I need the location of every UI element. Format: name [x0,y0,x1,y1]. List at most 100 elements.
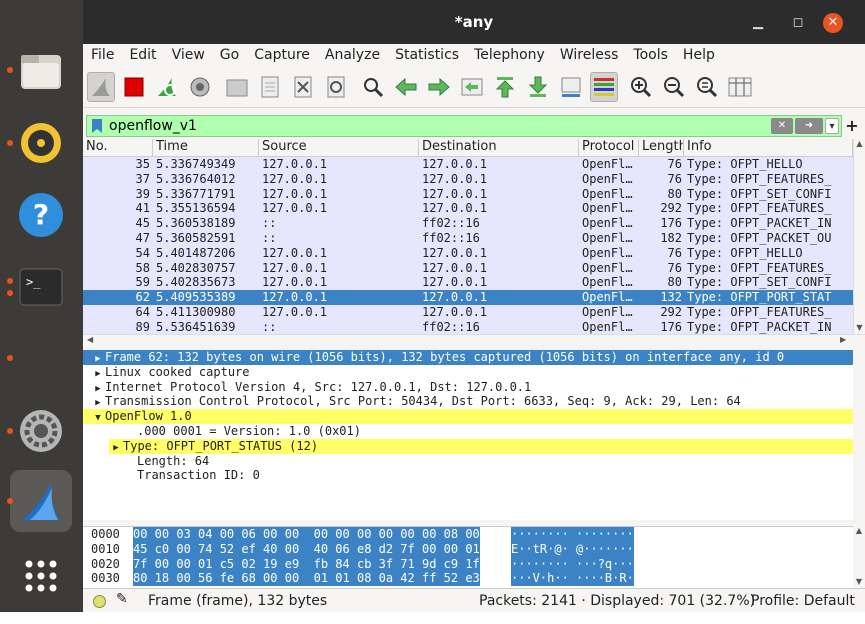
settings-running-indicator [7,428,13,434]
files-app-icon[interactable] [10,40,72,102]
status-profile[interactable]: Profile: Default [751,593,855,609]
packet-row[interactable]: 47 5.360582591:: ff02::16 OpenFl… 182 Type: O… [83,230,853,246]
show-applications-icon[interactable] [10,545,72,607]
column-header-length[interactable]: Length [639,139,684,156]
colorize-icon[interactable] [590,71,618,102]
packet-cell-len: 176 [660,319,682,334]
filter-history-icon[interactable]: ▾ [825,117,839,134]
column-header-time[interactable]: Time [153,139,259,156]
terminal-icon[interactable]: >_ [10,256,72,318]
stop-capture-icon[interactable] [120,72,148,102]
packet-row[interactable]: 54 5.401487206 127.0.0.1 127.0.0.1 OpenFl… 76… [83,245,853,261]
packet-details-scrollbar[interactable] [853,350,865,520]
close-icon[interactable]: ✕ [823,13,843,33]
auto-scroll-icon[interactable] [557,72,585,102]
go-to-first-packet-icon[interactable] [491,72,519,102]
apply-filter-icon[interactable]: ➜ [795,117,823,134]
packet-list-horizontal-scrollbar[interactable]: ◀ ▶ [83,334,865,347]
go-back-icon[interactable] [392,72,420,102]
packet-cell-src: 127.0.0.1 [262,275,328,290]
capture-comment-icon[interactable]: ✎ [116,591,128,607]
ascii-bytes[interactable]: ········ ········ [511,527,634,542]
go-to-packet-icon[interactable] [458,72,486,102]
packet-row[interactable]: 89 5.536451639:: ff02::16 OpenFl… 176 Type: O… [83,319,853,334]
zoom-in-icon[interactable] [627,72,655,102]
display-filter-input[interactable] [109,117,709,134]
detail-tree-item[interactable]: ▶ Frame 62: 132 bytes on wire (1056 bits)… [83,350,853,365]
packet-row[interactable]: 39 5.336771791 127.0.0.1 127.0.0.1 OpenFl… 80… [83,186,853,202]
detail-tree-item[interactable]: ▶ Linux cooked capture [83,365,853,380]
menu-telephony[interactable]: Telephony [474,47,545,63]
close-file-icon[interactable] [289,72,317,102]
menu-tools[interactable]: Tools [633,47,668,63]
packet-row[interactable]: 41 5.355136594 127.0.0.1 127.0.0.1 OpenFl… 29… [83,201,853,217]
packet-row[interactable]: 45 5.360538189:: ff02::16 OpenFl… 176 Type: O… [83,216,853,231]
column-header-no[interactable]: No. [83,139,153,156]
detail-tree-label: Transmission Control Protocol, Src Port:… [105,394,741,409]
menu-help[interactable]: Help [683,47,715,63]
packet-row[interactable]: 62 5.409535389 127.0.0.1 127.0.0.1 OpenFl… 13… [83,290,853,305]
zoom-out-icon[interactable] [660,72,688,102]
packet-list-scrollbar[interactable]: ▲ ▼ [853,139,865,334]
detail-tree-item[interactable]: ▶ Internet Protocol Version 4, Src: 127.0… [83,380,853,395]
menu-file[interactable]: File [91,47,114,63]
start-capture-icon[interactable] [87,71,115,102]
save-file-icon[interactable] [256,72,284,102]
packet-row[interactable]: 59 5.402835673 127.0.0.1 127.0.0.1 OpenFl… 80… [83,275,853,291]
packet-cell-info: Type: OFPT_HELLO [687,157,803,171]
menu-edit[interactable]: Edit [129,47,156,63]
display-filter-bar: ✕ ➜ ▾ + [86,112,862,139]
column-header-source[interactable]: Source [259,139,419,156]
clear-filter-icon[interactable]: ✕ [771,117,793,134]
open-file-icon[interactable] [223,72,251,102]
ascii-bytes[interactable]: E··tR·@· @······· [511,541,634,557]
add-filter-button-icon[interactable]: + [842,116,862,135]
detail-tree-item[interactable]: Length: 64 [83,454,853,469]
hex-bytes[interactable]: 45 c0 00 74 52 ef 40 00 40 06 e8 d2 7f 0… [133,541,480,557]
detail-tree-item[interactable]: ▼ OpenFlow 1.0 [83,409,853,424]
minimize-icon[interactable]: ▁ [748,13,768,33]
detail-tree-item[interactable]: Transaction ID: 0 [83,468,853,483]
settings-icon[interactable] [10,400,72,462]
detail-tree-item[interactable]: ▶ Type: OFPT_PORT_STATUS (12) [109,438,853,454]
restart-capture-icon[interactable] [153,72,181,102]
hex-bytes[interactable]: 80 18 00 56 fe 68 00 00 01 01 08 0a 42 f… [133,571,480,587]
packet-cell-no: 59 [135,275,150,290]
menu-wireless[interactable]: Wireless [560,47,619,63]
bookmark-icon[interactable] [91,118,103,134]
resize-columns-icon[interactable] [726,72,754,102]
maximize-icon[interactable]: ◻ [788,13,808,33]
ascii-bytes[interactable]: ···V·h·· ····B·R· [511,571,634,587]
packet-bytes-scrollbar[interactable]: ▲ ▼ [853,526,865,588]
menu-statistics[interactable]: Statistics [395,47,459,63]
column-header-protocol[interactable]: Protocol [579,139,639,156]
help-icon[interactable]: ? [10,184,72,246]
packet-row[interactable]: 58 5.402830757 127.0.0.1 127.0.0.1 OpenFl… 76… [83,260,853,276]
packet-row[interactable]: 37 5.336764012 127.0.0.1 127.0.0.1 OpenFl… 76… [83,171,853,187]
go-to-last-packet-icon[interactable] [524,72,552,102]
detail-tree-item[interactable]: ▶ Transmission Control Protocol, Src Port… [83,394,853,409]
menu-go[interactable]: Go [220,47,239,63]
column-header-info[interactable]: Info [684,139,853,156]
hex-bytes[interactable]: 7f 00 00 01 c5 02 19 e9 fb 84 cb 3f 71 9… [133,556,480,572]
expert-info-led-icon[interactable] [93,595,106,608]
rhythmbox-running-indicator [7,140,13,146]
rhythmbox-icon[interactable] [10,112,72,174]
hex-offset: 0030 [91,571,120,586]
find-packet-icon[interactable] [359,72,387,102]
wireshark-app-icon[interactable] [10,470,72,532]
detail-tree-item[interactable]: .000 0001 = Version: 1.0 (0x01) [83,424,853,439]
zoom-normal-icon[interactable] [693,72,721,102]
go-forward-icon[interactable] [425,72,453,102]
reload-file-icon[interactable] [322,72,350,102]
column-header-destination[interactable]: Destination [419,139,579,156]
packet-row[interactable]: 35 5.336749349 127.0.0.1 127.0.0.1 OpenFl… 76… [83,157,853,172]
menu-analyze[interactable]: Analyze [325,47,380,63]
packet-row[interactable]: 64 5.411300980 127.0.0.1 127.0.0.1 OpenFl… 29… [83,304,853,320]
hex-bytes[interactable]: 00 00 03 04 00 06 00 00 00 00 00 00 00 0… [133,527,480,542]
menu-capture[interactable]: Capture [254,47,310,63]
capture-options-icon[interactable] [186,72,214,102]
packet-cell-dst: 127.0.0.1 [422,157,488,171]
menu-view[interactable]: View [172,47,205,63]
ascii-bytes[interactable]: ········ ···?q··· [511,556,634,572]
